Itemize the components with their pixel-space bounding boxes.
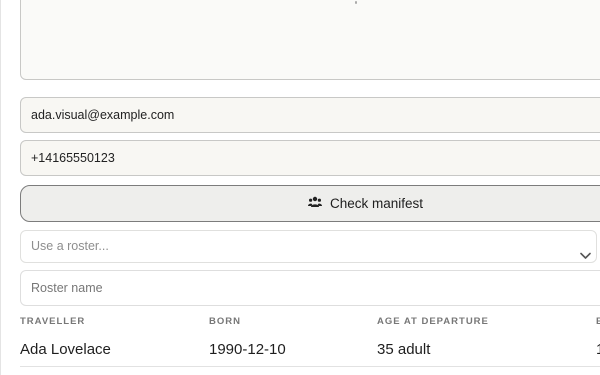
roster-select-placeholder: Use a roster... xyxy=(31,239,109,253)
notes-textarea[interactable] xyxy=(20,0,600,80)
check-manifest-button[interactable]: Check manifest xyxy=(20,185,600,222)
resize-mark xyxy=(355,1,357,4)
roster-select[interactable]: Use a roster... xyxy=(20,230,597,263)
cell-age-at-departure: 35 adult xyxy=(377,341,431,358)
panel-left-border xyxy=(0,0,1,375)
check-manifest-label: Check manifest xyxy=(330,196,424,211)
email-field[interactable]: ada.visual@example.com xyxy=(20,97,600,133)
column-header-age[interactable]: AGE AT DEPARTURE xyxy=(377,316,489,327)
phone-field[interactable]: +14165550123 xyxy=(20,140,600,176)
column-header-born[interactable]: BORN xyxy=(209,316,241,327)
email-value: ada.visual@example.com xyxy=(31,108,175,122)
cell-traveller-name: Ada Lovelace xyxy=(20,341,111,358)
cell-born-date: 1990-12-10 xyxy=(209,341,286,358)
chevron-down-icon xyxy=(580,241,591,272)
roster-name-placeholder: Roster name xyxy=(31,281,103,295)
roster-name-input[interactable]: Roster name xyxy=(20,270,600,306)
column-header-extra[interactable]: E xyxy=(596,316,600,327)
table-row-divider xyxy=(20,366,600,367)
people-group-icon xyxy=(308,196,322,211)
column-header-traveller[interactable]: TRAVELLER xyxy=(20,316,85,327)
phone-value: +14165550123 xyxy=(31,151,115,165)
cell-extra: 1 xyxy=(596,341,600,358)
